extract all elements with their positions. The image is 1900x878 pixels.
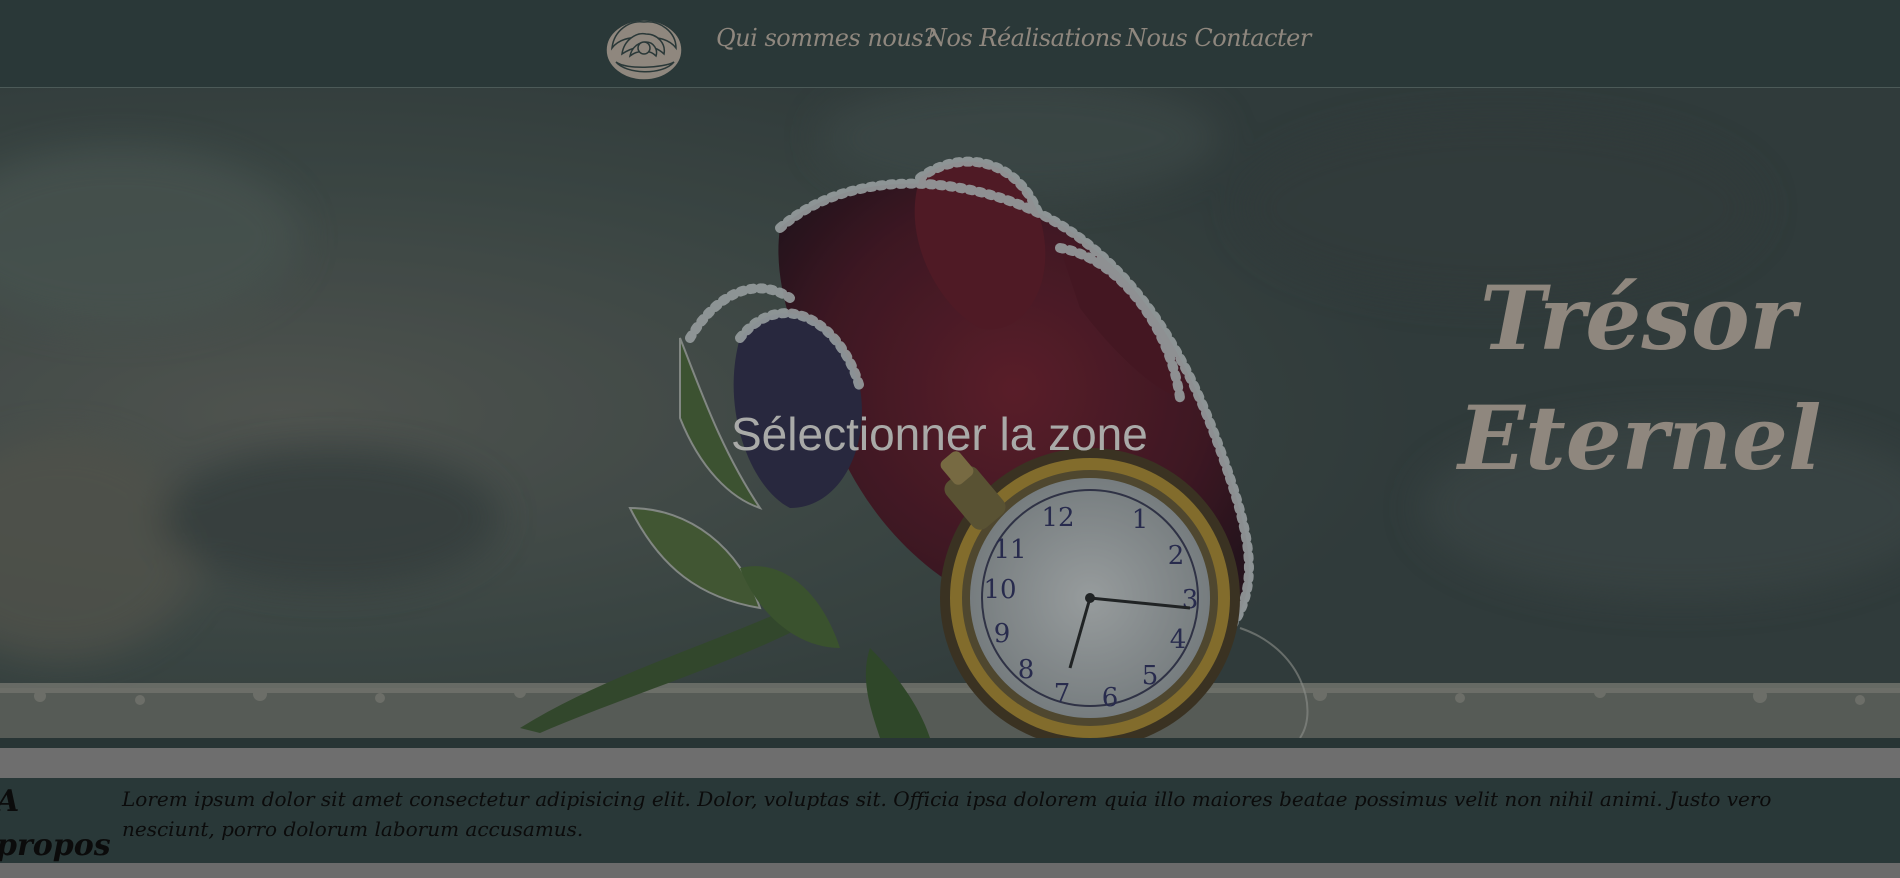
about-text: Lorem ipsum dolor sit amet consectetur a… (122, 787, 1772, 841)
bottom-bar (0, 863, 1900, 878)
hero-bottom-border (0, 738, 1900, 748)
nav-link-qui-sommes-nous[interactable]: Qui sommes nous? (716, 20, 936, 56)
top-navbar: Qui sommes nous? Nos Réalisations Nous C… (0, 0, 1900, 88)
divider-strip (0, 748, 1900, 778)
about-title: A propos (0, 784, 111, 863)
about-section: A propos Lorem ipsum dolor sit amet cons… (0, 778, 1900, 863)
select-zone-label: Sélectionner la zone (731, 408, 1148, 460)
nav-link-nos-realisations[interactable]: Nos Réalisations (926, 20, 1122, 56)
rose-logo-icon[interactable] (604, 10, 684, 82)
hero-banner[interactable]: 1 2 3 4 5 6 7 8 9 10 11 12 Trésor Eterne… (0, 88, 1900, 738)
page: Qui sommes nous? Nos Réalisations Nous C… (0, 0, 1900, 878)
nav-link-nous-contacter[interactable]: Nous Contacter (1126, 20, 1311, 56)
hero-title-line-1: Trésor (1479, 266, 1797, 370)
hero-title: Trésor Eternel (1458, 258, 1822, 498)
hero-title-line-2: Eternel (1458, 386, 1822, 490)
